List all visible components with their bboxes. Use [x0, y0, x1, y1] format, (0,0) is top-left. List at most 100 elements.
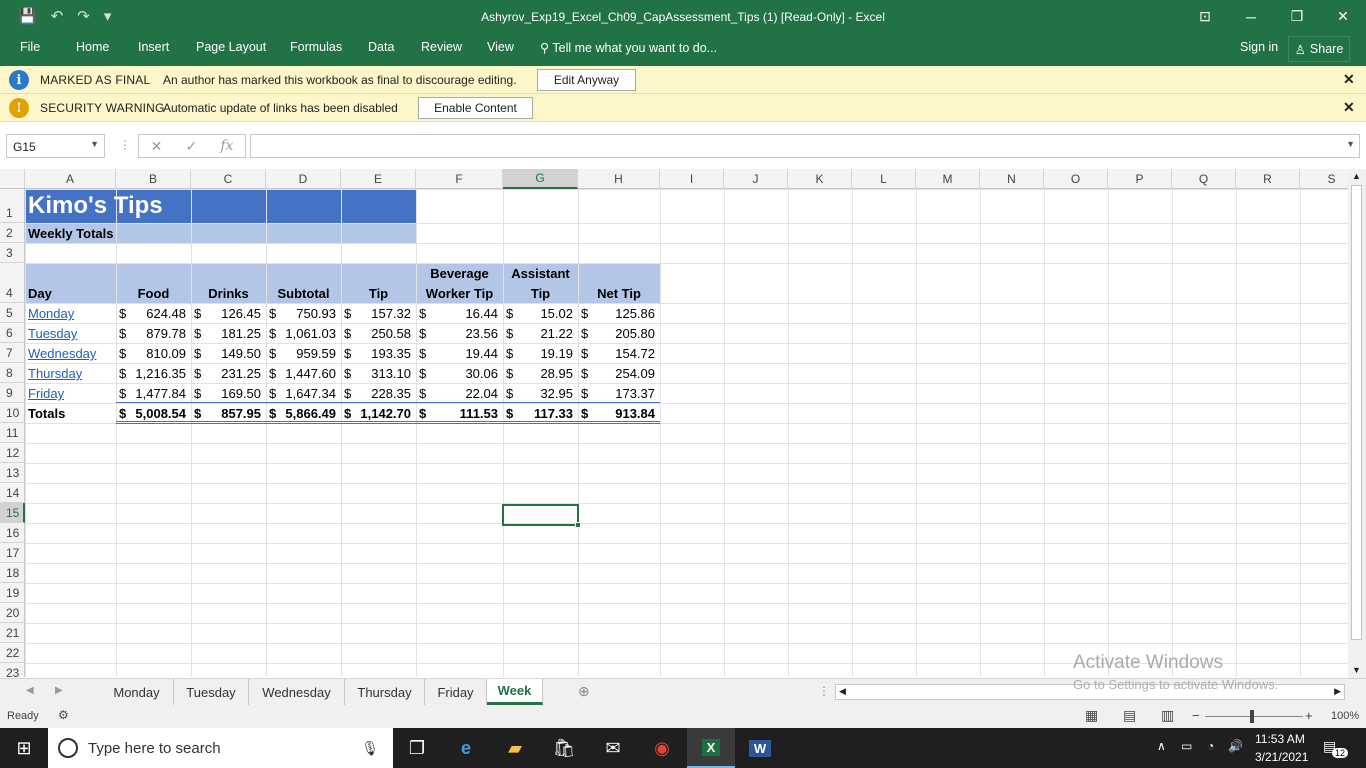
worksheet-grid[interactable]: A B C D E F G H I J K L M N O P Q R S 1 2 3 4 5 6 7 8 9 10 11 12 13 14 15…: [0, 169, 1348, 677]
insert-function-icon[interactable]: fx: [220, 138, 233, 154]
cell-bev-thursday[interactable]: 30.06: [429, 366, 498, 382]
page-break-view-icon[interactable]: ▥: [1161, 707, 1174, 724]
cell-tip-tuesday[interactable]: 250.58: [354, 326, 411, 342]
row-header-19[interactable]: 19: [0, 583, 25, 603]
row-header-10[interactable]: 10: [0, 403, 25, 423]
day-link-thursday[interactable]: Thursday: [28, 366, 113, 382]
sheet-tab-thursday[interactable]: Thursday: [345, 679, 425, 705]
microphone-icon[interactable]: 🎙: [361, 740, 379, 757]
battery-icon[interactable]: ▭: [1181, 739, 1192, 753]
cell-drinks-wednesday[interactable]: 149.50: [204, 346, 261, 362]
day-link-monday[interactable]: Monday: [28, 306, 113, 322]
resize-handle-icon[interactable]: ⋮: [119, 138, 131, 152]
row-header-1[interactable]: 1: [0, 189, 25, 223]
row-header-11[interactable]: 11: [0, 423, 25, 443]
day-link-tuesday[interactable]: Tuesday: [28, 326, 113, 342]
volume-icon[interactable]: 🔊: [1228, 739, 1243, 753]
cell-subtotal-wednesday[interactable]: 959.59: [279, 346, 336, 362]
windows-start-icon[interactable]: ⊞: [0, 728, 48, 768]
cell-subtotal-monday[interactable]: 750.93: [279, 306, 336, 322]
cell-asst-wednesday[interactable]: 19.19: [516, 346, 573, 362]
row-header-6[interactable]: 6: [0, 323, 25, 343]
taskbar-search-box[interactable]: Type here to search 🎙: [48, 728, 393, 768]
row-header-4[interactable]: 4: [0, 263, 25, 303]
row-header-12[interactable]: 12: [0, 443, 25, 463]
sheet-tab-friday[interactable]: Friday: [425, 679, 487, 705]
tab-home[interactable]: Home: [76, 40, 109, 54]
tab-data[interactable]: Data: [368, 40, 394, 54]
minimize-button[interactable]: ─: [1228, 0, 1274, 33]
cell-drinks-monday[interactable]: 126.45: [204, 306, 261, 322]
scroll-up-icon[interactable]: ▲: [1352, 171, 1361, 181]
excel-taskbar-icon[interactable]: X: [687, 728, 735, 768]
cell-net-thursday[interactable]: 254.09: [591, 366, 655, 382]
total-tip[interactable]: 1,142.70: [354, 406, 411, 422]
row-header-16[interactable]: 16: [0, 523, 25, 543]
column-header-a[interactable]: A: [25, 169, 116, 189]
sheet-tab-wednesday[interactable]: Wednesday: [249, 679, 345, 705]
prev-sheet-icon[interactable]: ◀: [26, 685, 34, 696]
column-header-f[interactable]: F: [416, 169, 503, 189]
tab-review[interactable]: Review: [421, 40, 462, 54]
cell-food-tuesday[interactable]: 879.78: [129, 326, 186, 342]
tab-file[interactable]: File: [20, 40, 40, 54]
column-header-s[interactable]: S: [1300, 169, 1348, 189]
mail-icon[interactable]: ✉: [589, 728, 637, 768]
sheet-tab-tuesday[interactable]: Tuesday: [174, 679, 249, 705]
active-cell-g15[interactable]: [502, 504, 581, 528]
row-header-5[interactable]: 5: [0, 303, 25, 323]
next-sheet-icon[interactable]: ▶: [55, 685, 63, 696]
show-hidden-icons-icon[interactable]: ∧: [1157, 739, 1166, 753]
total-net[interactable]: 913.84: [591, 406, 655, 422]
cell-asst-monday[interactable]: 15.02: [516, 306, 573, 322]
column-header-b[interactable]: B: [116, 169, 191, 189]
cell-net-monday[interactable]: 125.86: [591, 306, 655, 322]
chevron-down-icon[interactable]: ▼: [90, 139, 99, 149]
cell-bev-wednesday[interactable]: 19.44: [429, 346, 498, 362]
cell-asst-tuesday[interactable]: 21.22: [516, 326, 573, 342]
edit-anyway-button[interactable]: Edit Anyway: [537, 69, 636, 91]
tab-splitter-icon[interactable]: ⋮: [818, 684, 830, 698]
cell-subtotal-thursday[interactable]: 1,447.60: [279, 366, 336, 382]
task-view-icon[interactable]: ❐: [393, 728, 441, 768]
row-header-22[interactable]: 22: [0, 643, 25, 663]
column-header-q[interactable]: Q: [1172, 169, 1236, 189]
wifi-icon[interactable]: ◔: [1207, 739, 1214, 753]
tell-me-search[interactable]: ⚲ Tell me what you want to do...: [540, 40, 717, 55]
row-header-15[interactable]: 15: [0, 503, 25, 523]
zoom-in-icon[interactable]: +: [1305, 708, 1313, 723]
scroll-left-icon[interactable]: ◀: [839, 686, 846, 697]
word-taskbar-icon[interactable]: W: [736, 728, 784, 768]
cell-subtotal-tuesday[interactable]: 1,061.03: [279, 326, 336, 342]
close-final-bar-icon[interactable]: ✕: [1343, 71, 1355, 88]
column-header-d[interactable]: D: [266, 169, 341, 189]
zoom-level[interactable]: 100%: [1331, 710, 1359, 722]
restore-button[interactable]: ❐: [1274, 0, 1320, 33]
cell-tip-friday[interactable]: 228.35: [354, 386, 411, 402]
column-header-k[interactable]: K: [788, 169, 852, 189]
zoom-slider-thumb[interactable]: [1250, 710, 1254, 723]
scroll-down-icon[interactable]: ▼: [1352, 665, 1361, 675]
cell-subtotal-friday[interactable]: 1,647.34: [279, 386, 336, 402]
cell-drinks-tuesday[interactable]: 181.25: [204, 326, 261, 342]
sheet-tab-monday[interactable]: Monday: [100, 679, 174, 705]
zoom-slider[interactable]: [1205, 716, 1303, 717]
ribbon-display-options-button[interactable]: ⊡: [1182, 0, 1228, 33]
scroll-thumb[interactable]: [1351, 185, 1362, 640]
file-explorer-icon[interactable]: ▰: [491, 728, 539, 768]
cell-net-friday[interactable]: 173.37: [591, 386, 655, 402]
expand-formula-icon[interactable]: ▼: [1346, 139, 1355, 149]
accessibility-icon[interactable]: ⚙: [58, 708, 69, 722]
row-header-2[interactable]: 2: [0, 223, 25, 243]
row-header-9[interactable]: 9: [0, 383, 25, 403]
cell-tip-wednesday[interactable]: 193.35: [354, 346, 411, 362]
row-header-21[interactable]: 21: [0, 623, 25, 643]
scroll-right-icon[interactable]: ▶: [1334, 686, 1341, 697]
total-drinks[interactable]: 857.95: [204, 406, 261, 422]
row-header-17[interactable]: 17: [0, 543, 25, 563]
row-header-7[interactable]: 7: [0, 343, 25, 363]
column-header-r[interactable]: R: [1236, 169, 1300, 189]
total-food[interactable]: 5,008.54: [129, 406, 186, 422]
column-header-m[interactable]: M: [916, 169, 980, 189]
share-button[interactable]: ♙ Share: [1288, 36, 1350, 62]
